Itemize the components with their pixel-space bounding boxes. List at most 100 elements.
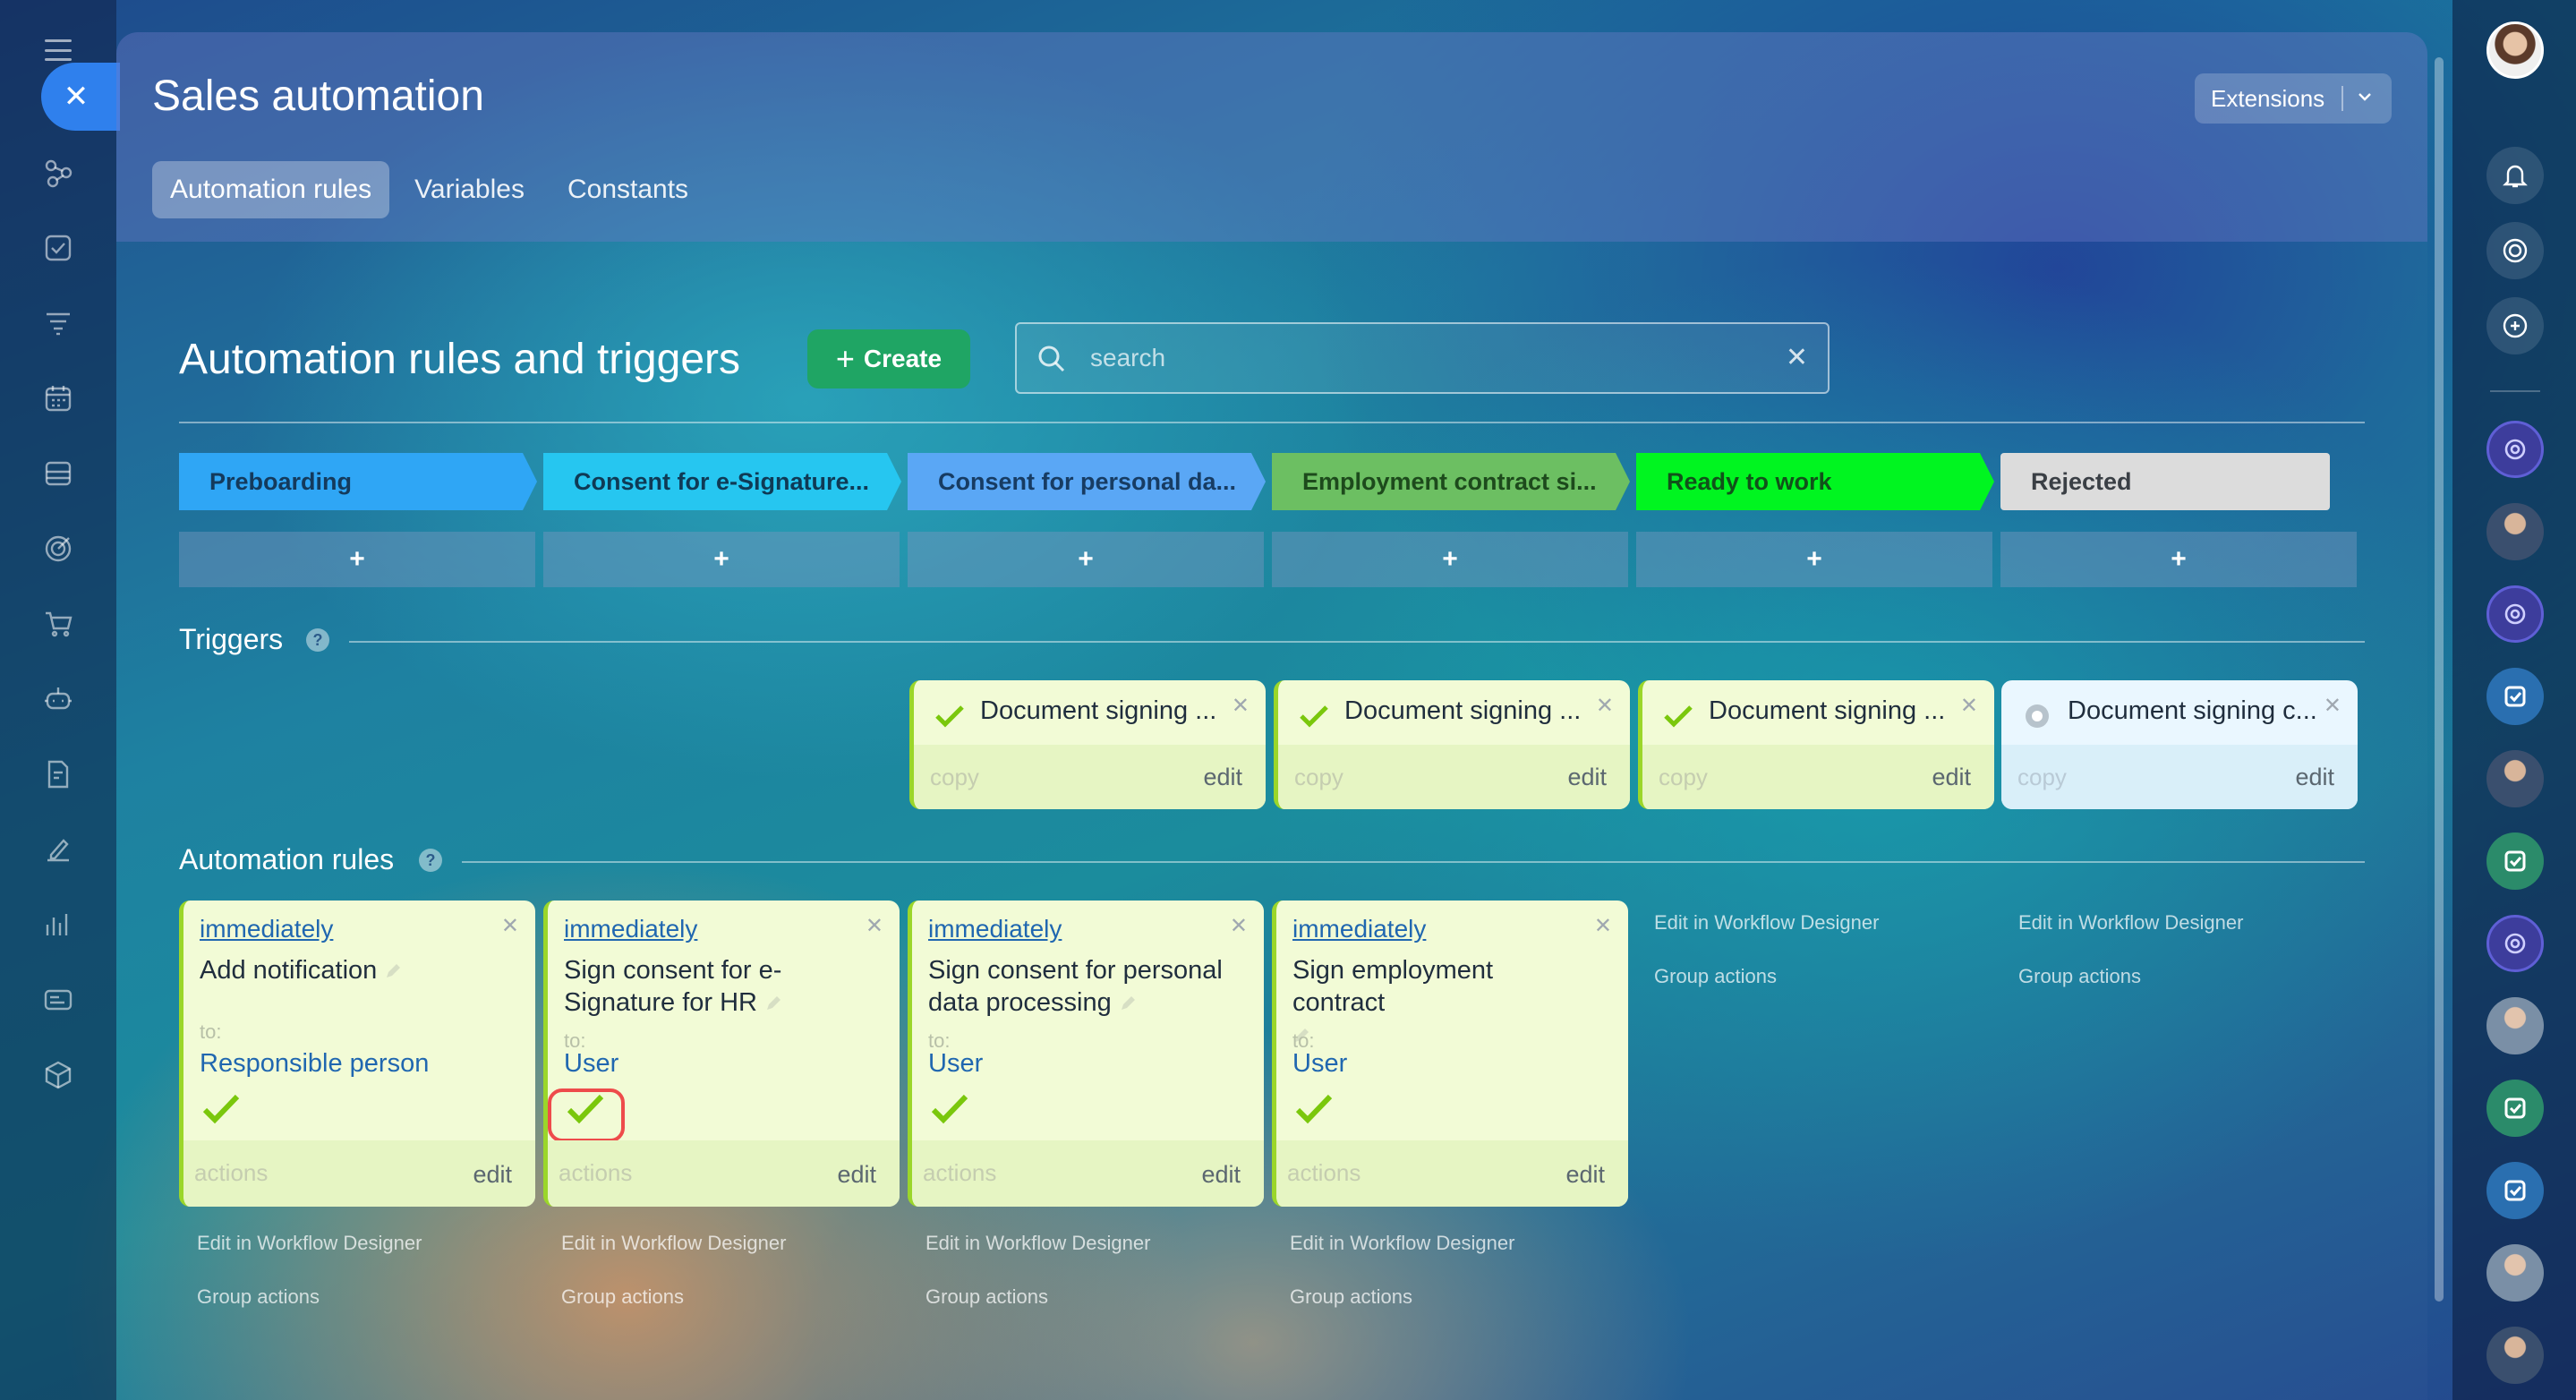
chat-copilot-icon[interactable] bbox=[2486, 421, 2544, 478]
help-icon[interactable]: ? bbox=[419, 849, 442, 872]
scrollbar[interactable] bbox=[2435, 57, 2444, 1302]
close-icon[interactable]: ✕ bbox=[501, 913, 519, 939]
stage-employment-contract[interactable]: Employment contract si... bbox=[1272, 453, 1630, 510]
workflow-designer-link[interactable]: Edit in Workflow Designer bbox=[1654, 911, 1879, 935]
copy-link[interactable]: copy bbox=[1294, 764, 1343, 791]
sign-icon[interactable] bbox=[41, 832, 75, 866]
edit-link[interactable]: edit bbox=[837, 1161, 876, 1189]
close-slider-button[interactable]: ✕ bbox=[41, 63, 120, 131]
rule-recipient[interactable]: User bbox=[1292, 1049, 1347, 1079]
search-input[interactable] bbox=[1090, 338, 1770, 378]
extensions-button[interactable]: Extensions bbox=[2195, 73, 2392, 124]
clear-icon[interactable]: ✕ bbox=[1786, 342, 1808, 373]
search-box[interactable]: ✕ bbox=[1015, 322, 1830, 394]
add-rule-button[interactable]: + bbox=[543, 532, 900, 587]
edit-link[interactable]: edit bbox=[473, 1161, 512, 1189]
workflow-designer-link[interactable]: Edit in Workflow Designer bbox=[925, 1232, 1150, 1255]
cart-icon[interactable] bbox=[41, 607, 75, 641]
edit-link[interactable]: edit bbox=[2295, 764, 2334, 791]
stage-consent-personal-data[interactable]: Consent for personal da... bbox=[908, 453, 1266, 510]
target-icon[interactable] bbox=[41, 532, 75, 566]
rule-timing-link[interactable]: immediately bbox=[1292, 915, 1426, 943]
rule-timing-link[interactable]: immediately bbox=[564, 915, 697, 943]
workflow-designer-link[interactable]: Edit in Workflow Designer bbox=[1290, 1232, 1514, 1255]
add-rule-button[interactable]: + bbox=[2000, 532, 2357, 587]
add-rule-button[interactable]: + bbox=[908, 532, 1264, 587]
copy-link[interactable]: copy bbox=[930, 764, 979, 791]
rule-recipient[interactable]: User bbox=[928, 1049, 983, 1079]
box-icon[interactable] bbox=[41, 1058, 75, 1092]
analytics-icon[interactable] bbox=[41, 908, 75, 942]
add-rule-button[interactable]: + bbox=[179, 532, 535, 587]
close-icon[interactable]: ✕ bbox=[1594, 913, 1612, 939]
close-icon[interactable]: ✕ bbox=[1960, 693, 1978, 719]
task-chat-icon[interactable] bbox=[2486, 1162, 2544, 1219]
rule-timing-link[interactable]: immediately bbox=[200, 915, 333, 943]
group-actions-link[interactable]: Group actions bbox=[561, 1285, 684, 1309]
trigger-card[interactable]: Document signing ... ✕ copy edit bbox=[1274, 680, 1630, 809]
trigger-card[interactable]: Document signing ... ✕ copy edit bbox=[909, 680, 1266, 809]
contact-avatar[interactable] bbox=[2486, 750, 2544, 807]
rule-card[interactable]: immediately ✕ Sign consent for e-Signatu… bbox=[543, 901, 900, 1207]
group-actions-link[interactable]: Group actions bbox=[1290, 1285, 1412, 1309]
edit-link[interactable]: edit bbox=[1565, 1161, 1605, 1189]
workflow-designer-link[interactable]: Edit in Workflow Designer bbox=[561, 1232, 786, 1255]
workflow-designer-link[interactable]: Edit in Workflow Designer bbox=[2018, 911, 2243, 935]
rule-card[interactable]: immediately ✕ Add notification to: Respo… bbox=[179, 901, 535, 1207]
close-icon[interactable]: ✕ bbox=[1596, 693, 1614, 719]
rule-card[interactable]: immediately ✕ Sign employment contract t… bbox=[1272, 901, 1628, 1207]
chevron-down-icon[interactable] bbox=[2358, 90, 2372, 104]
workflow-designer-link[interactable]: Edit in Workflow Designer bbox=[197, 1232, 422, 1255]
edit-link[interactable]: edit bbox=[1203, 764, 1242, 791]
tab-variables[interactable]: Variables bbox=[397, 161, 542, 218]
robot-icon[interactable] bbox=[41, 682, 75, 716]
task-chat-icon[interactable] bbox=[2486, 1080, 2544, 1137]
contact-avatar[interactable] bbox=[2486, 503, 2544, 560]
pencil-icon[interactable] bbox=[1119, 995, 1137, 1012]
tab-constants[interactable]: Constants bbox=[550, 161, 706, 218]
close-icon[interactable]: ✕ bbox=[1230, 913, 1248, 939]
copilot-icon[interactable] bbox=[2486, 222, 2544, 279]
stage-ready-to-work[interactable]: Ready to work bbox=[1636, 453, 1994, 510]
contact-avatar[interactable] bbox=[2486, 997, 2544, 1054]
group-actions-link[interactable]: Group actions bbox=[2018, 965, 2141, 988]
contact-avatar[interactable] bbox=[2486, 1327, 2544, 1384]
notifications-bell-icon[interactable] bbox=[2486, 147, 2544, 204]
copy-link[interactable]: copy bbox=[2017, 764, 2067, 791]
stage-rejected[interactable]: Rejected bbox=[2000, 453, 2330, 510]
edit-link[interactable]: edit bbox=[1567, 764, 1607, 791]
rule-timing-link[interactable]: immediately bbox=[928, 915, 1062, 943]
mail-icon[interactable] bbox=[41, 983, 75, 1017]
chat-copilot-icon[interactable] bbox=[2486, 915, 2544, 972]
contact-avatar[interactable] bbox=[2486, 1244, 2544, 1302]
close-icon[interactable]: ✕ bbox=[1232, 693, 1250, 719]
help-icon[interactable]: ? bbox=[306, 628, 329, 652]
close-icon[interactable]: ✕ bbox=[866, 913, 883, 939]
create-button[interactable]: + Create bbox=[807, 329, 970, 388]
actions-link[interactable]: actions bbox=[923, 1159, 996, 1187]
crm-icon[interactable] bbox=[41, 156, 75, 190]
task-chat-icon[interactable] bbox=[2486, 832, 2544, 890]
stage-preboarding[interactable]: Preboarding bbox=[179, 453, 537, 510]
actions-link[interactable]: actions bbox=[194, 1159, 268, 1187]
chat-copilot-icon[interactable] bbox=[2486, 585, 2544, 643]
trigger-card[interactable]: Document signing c... ✕ copy edit bbox=[2001, 680, 2358, 809]
group-actions-link[interactable]: Group actions bbox=[1654, 965, 1777, 988]
rule-card[interactable]: immediately ✕ Sign consent for personal … bbox=[908, 901, 1264, 1207]
chat-search-icon[interactable] bbox=[2486, 297, 2544, 354]
edit-link[interactable]: edit bbox=[1201, 1161, 1241, 1189]
menu-icon[interactable] bbox=[45, 39, 72, 61]
document-icon[interactable] bbox=[41, 757, 75, 791]
drive-icon[interactable] bbox=[41, 457, 75, 491]
group-actions-link[interactable]: Group actions bbox=[197, 1285, 320, 1309]
actions-link[interactable]: actions bbox=[559, 1159, 632, 1187]
tasks-icon[interactable] bbox=[41, 231, 75, 265]
add-rule-button[interactable]: + bbox=[1636, 532, 1992, 587]
edit-link[interactable]: edit bbox=[1932, 764, 1971, 791]
add-rule-button[interactable]: + bbox=[1272, 532, 1628, 587]
close-icon[interactable]: ✕ bbox=[2324, 693, 2341, 719]
rule-recipient[interactable]: User bbox=[564, 1049, 618, 1079]
task-chat-icon[interactable] bbox=[2486, 668, 2544, 725]
filter-icon[interactable] bbox=[41, 306, 75, 340]
actions-link[interactable]: actions bbox=[1287, 1159, 1361, 1187]
